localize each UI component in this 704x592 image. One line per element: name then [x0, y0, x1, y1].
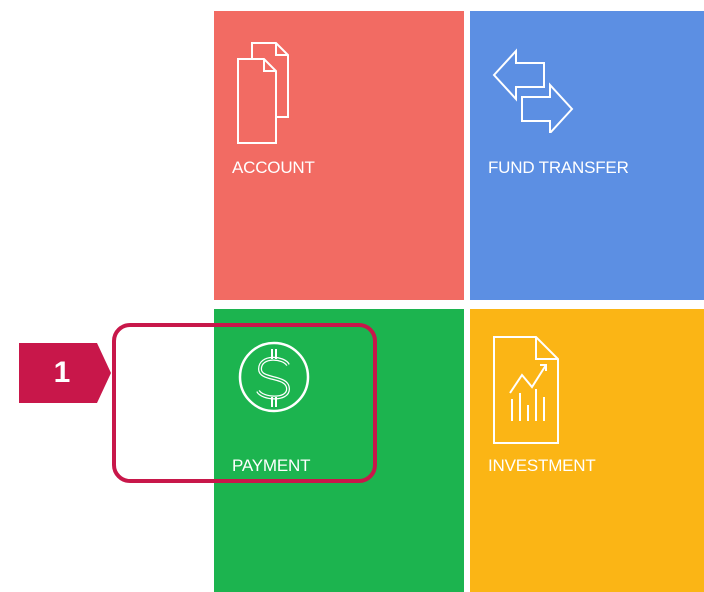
- tile-payment[interactable]: PAYMENT: [214, 309, 464, 592]
- tile-label-account: ACCOUNT: [232, 158, 315, 177]
- tile-account[interactable]: ACCOUNT: [214, 11, 464, 300]
- transfer-arrows-icon: [492, 37, 576, 138]
- documents-icon: [236, 37, 306, 154]
- tile-label-fund-transfer: FUND TRANSFER: [488, 158, 629, 177]
- dollar-icon: [236, 339, 316, 424]
- tile-fund-transfer[interactable]: FUND TRANSFER: [470, 11, 704, 300]
- step-marker: 1: [19, 343, 113, 403]
- tile-label-investment: INVESTMENT: [488, 456, 596, 475]
- tile-investment[interactable]: INVESTMENT: [470, 309, 704, 592]
- step-number: 1: [53, 356, 71, 389]
- tile-label-payment: PAYMENT: [232, 456, 311, 475]
- chart-document-icon: [492, 335, 562, 452]
